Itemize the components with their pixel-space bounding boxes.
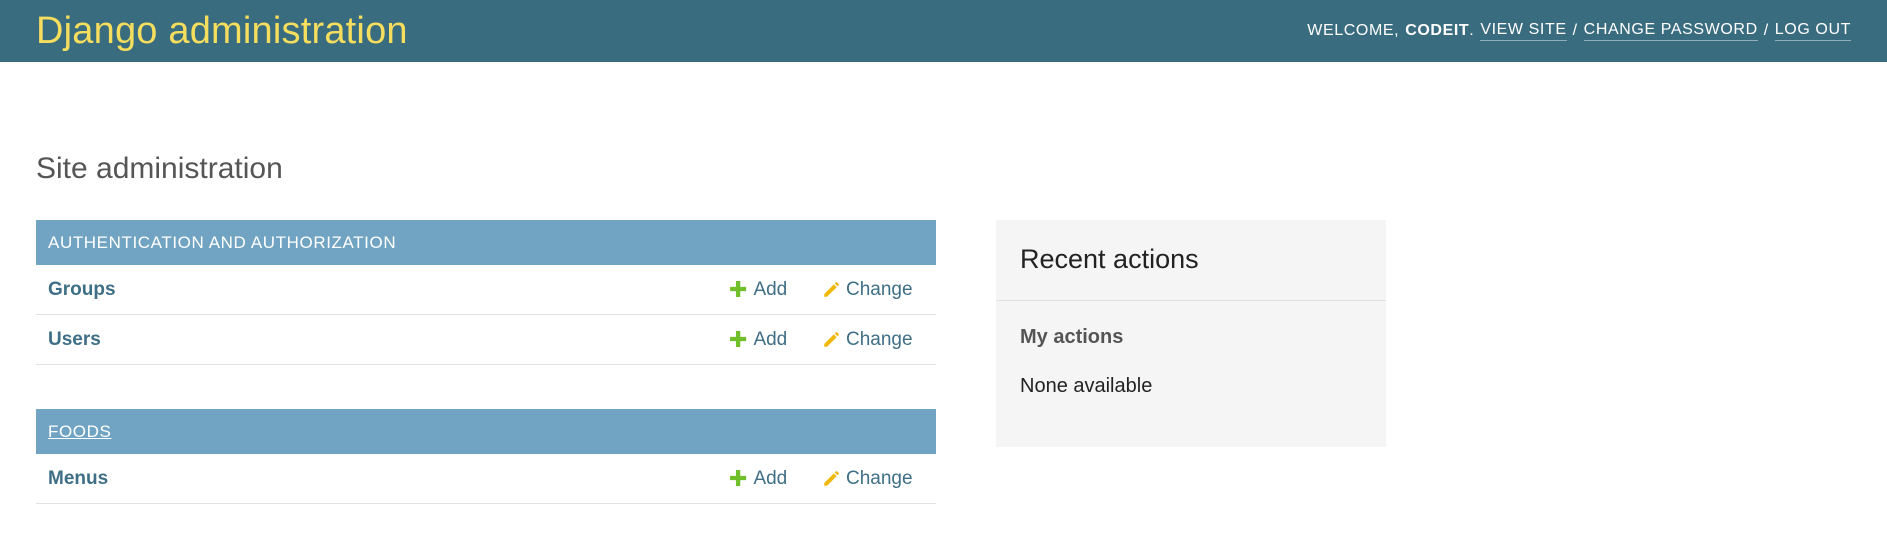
add-users-button[interactable]: ✚ Add: [729, 326, 788, 352]
log-out-link[interactable]: Log out: [1774, 21, 1851, 41]
module-caption: Foods: [36, 409, 936, 454]
site-brand-link[interactable]: Django administration: [36, 10, 408, 53]
plus-icon: ✚: [729, 276, 748, 302]
user-tools: Welcome, CODEIT . View site / Change pas…: [1307, 21, 1851, 41]
module-auth: Authentication and Authorization Groups …: [36, 220, 936, 365]
change-groups-button[interactable]: Change: [822, 279, 913, 301]
change-password-link[interactable]: Change password: [1583, 21, 1758, 41]
module-caption: Authentication and Authorization: [36, 220, 936, 265]
model-link-groups[interactable]: Groups: [48, 279, 116, 301]
plus-icon: ✚: [729, 326, 748, 352]
change-menus-button[interactable]: Change: [822, 468, 913, 490]
change-label: Change: [846, 467, 913, 489]
model-link-menus[interactable]: Menus: [48, 468, 108, 490]
change-users-button[interactable]: Change: [822, 329, 913, 351]
welcome-text: Welcome,: [1307, 22, 1400, 39]
period: .: [1469, 22, 1475, 39]
module-caption-text: Authentication and Authorization: [48, 232, 397, 252]
username: CODEIT: [1405, 22, 1470, 39]
recent-actions-panel: Recent actions My actions None available: [996, 220, 1386, 447]
change-label: Change: [846, 328, 913, 350]
site-header: Django administration Welcome, CODEIT . …: [0, 0, 1887, 62]
table-row: Groups ✚ Add Change: [36, 265, 936, 315]
pencil-icon: [824, 281, 839, 297]
add-groups-button[interactable]: ✚ Add: [729, 276, 788, 302]
pencil-icon: [824, 470, 839, 486]
model-link-users[interactable]: Users: [48, 329, 101, 351]
add-label: Add: [753, 467, 788, 489]
add-label: Add: [753, 328, 788, 350]
page-title: Site administration: [36, 152, 283, 185]
separator: /: [1572, 22, 1578, 39]
recent-actions-title: Recent actions: [996, 220, 1386, 301]
add-label: Add: [753, 278, 788, 300]
change-label: Change: [846, 278, 913, 300]
recent-actions-empty: None available: [1020, 375, 1153, 397]
module-foods: Foods Menus ✚ Add Change: [36, 409, 936, 504]
view-site-link[interactable]: View site: [1480, 21, 1567, 41]
plus-icon: ✚: [729, 465, 748, 491]
pencil-icon: [824, 331, 839, 347]
add-menus-button[interactable]: ✚ Add: [729, 465, 788, 491]
table-row: Menus ✚ Add Change: [36, 454, 936, 504]
my-actions-heading: My actions: [1020, 326, 1124, 348]
separator: /: [1763, 22, 1769, 39]
module-caption-link[interactable]: Foods: [48, 422, 111, 442]
table-row: Users ✚ Add Change: [36, 315, 936, 365]
